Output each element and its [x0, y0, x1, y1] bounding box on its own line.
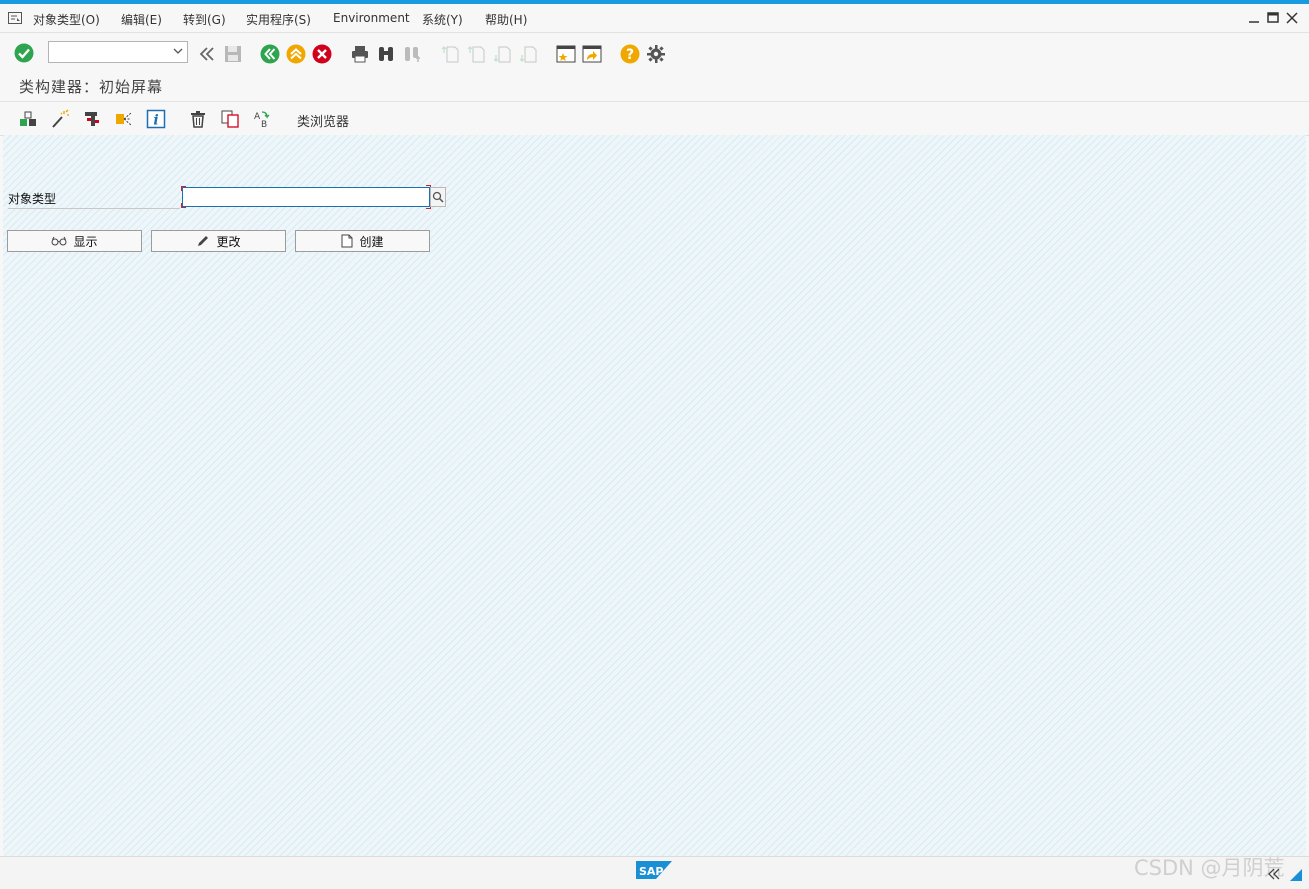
- minimize-icon[interactable]: [1247, 11, 1261, 25]
- copy-icon[interactable]: [219, 108, 241, 130]
- object-type-input[interactable]: [181, 186, 430, 208]
- hierarchy-icon[interactable]: [113, 108, 135, 130]
- cancel-icon[interactable]: [311, 43, 333, 65]
- delete-trash-icon[interactable]: [187, 108, 209, 130]
- application-toolbar: i AB 类浏览器: [0, 101, 1309, 136]
- create-button[interactable]: 创建: [295, 230, 430, 252]
- svg-text:i: i: [153, 113, 158, 129]
- watermark-text: CSDN @月阴荒: [1134, 856, 1285, 880]
- menu-toggle-icon[interactable]: [8, 12, 22, 24]
- glasses-icon: [51, 236, 67, 246]
- first-page-icon[interactable]: [440, 43, 462, 65]
- change-button-label: 更改: [216, 234, 241, 249]
- display-button-label: 显示: [73, 234, 98, 249]
- previous-page-icon[interactable]: [466, 43, 488, 65]
- find-icon[interactable]: [375, 43, 397, 65]
- menu-utilities[interactable]: 实用程序(S): [246, 11, 311, 28]
- svg-text:?: ?: [626, 47, 634, 63]
- magic-wand-icon[interactable]: [49, 108, 71, 130]
- info-icon[interactable]: i: [145, 108, 167, 130]
- display-button[interactable]: 显示: [7, 230, 142, 252]
- page-title: 类构建器：初始屏幕: [19, 78, 164, 96]
- print-icon[interactable]: [349, 43, 371, 65]
- chevron-down-icon[interactable]: [173, 46, 183, 56]
- sap-logo-text: SAP: [639, 865, 664, 878]
- status-bar-toggle-icon[interactable]: [1266, 866, 1304, 882]
- where-used-icon[interactable]: [81, 108, 103, 130]
- next-page-icon[interactable]: [492, 43, 514, 65]
- back-icon[interactable]: [259, 43, 281, 65]
- sap-logo: SAP: [636, 861, 672, 879]
- create-button-label: 创建: [359, 234, 384, 249]
- change-button[interactable]: 更改: [151, 230, 286, 252]
- menu-goto[interactable]: 转到(G): [183, 11, 226, 28]
- generate-shortcut-icon[interactable]: [581, 43, 603, 65]
- collapse-command-icon[interactable]: [196, 43, 218, 65]
- object-type-label: 对象类型: [8, 190, 180, 209]
- value-help-button[interactable]: [430, 187, 446, 207]
- menu-system[interactable]: 系统(Y): [422, 11, 463, 28]
- menu-bar: 对象类型(O) 编辑(E) 转到(G) 实用程序(S) Environment …: [0, 4, 1309, 33]
- menu-help[interactable]: 帮助(H): [485, 11, 527, 28]
- menu-environment[interactable]: Environment: [333, 11, 410, 25]
- last-page-icon[interactable]: [518, 43, 540, 65]
- class-browser-button[interactable]: 类浏览器: [297, 111, 349, 130]
- rename-ab-icon[interactable]: AB: [251, 108, 273, 130]
- exit-icon[interactable]: [285, 43, 307, 65]
- close-icon[interactable]: [1285, 11, 1299, 25]
- create-session-icon[interactable]: [555, 43, 577, 65]
- pencil-icon: [198, 236, 209, 246]
- enter-icon[interactable]: [13, 42, 35, 64]
- menu-edit[interactable]: 编辑(E): [121, 11, 162, 28]
- save-icon[interactable]: [222, 43, 244, 65]
- help-icon[interactable]: ?: [619, 43, 641, 65]
- search-icon: [432, 191, 444, 203]
- menu-object-type[interactable]: 对象类型(O): [33, 11, 100, 28]
- find-next-icon[interactable]: [401, 43, 423, 65]
- maximize-icon[interactable]: [1266, 11, 1280, 25]
- command-field[interactable]: [48, 41, 188, 63]
- settings-gear-icon[interactable]: [645, 43, 667, 65]
- svg-text:B: B: [261, 120, 267, 129]
- new-document-icon: [341, 234, 353, 248]
- other-object-icon[interactable]: [17, 108, 39, 130]
- svg-text:A: A: [254, 112, 261, 122]
